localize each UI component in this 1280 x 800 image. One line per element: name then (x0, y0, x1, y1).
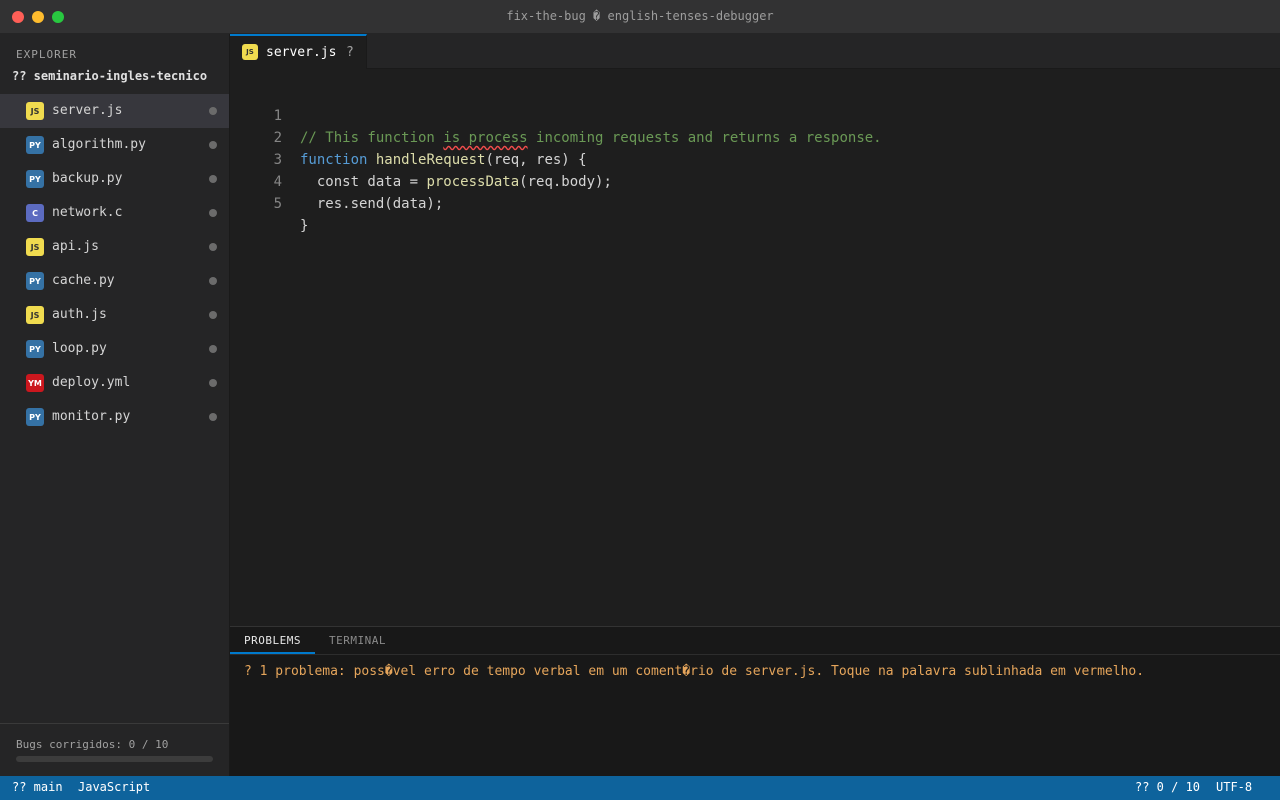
project-name[interactable]: ?? seminario-ingles-tecnico (12, 69, 207, 83)
tab-terminal[interactable]: TERMINAL (315, 627, 400, 654)
line-content: res.send(data); (300, 196, 444, 212)
python-file-icon: PY (26, 170, 44, 188)
line-number: 5 (273, 196, 282, 212)
tab-problems[interactable]: PROBLEMS (230, 627, 315, 654)
python-file-icon: PY (26, 340, 44, 358)
js-file-icon: JS (26, 238, 44, 256)
code-editor[interactable]: 1 // This function is process incoming r… (230, 69, 1280, 626)
file-item-loop-py[interactable]: PY loop.py (0, 332, 229, 366)
status-dot (209, 311, 217, 319)
progress-section: Bugs corrigidos: 0 / 10 (0, 723, 229, 776)
title-bar: fix-the-bug � english-tenses-debugger (0, 0, 1280, 34)
language-mode[interactable]: JavaScript (78, 780, 150, 794)
progress-label: Bugs corrigidos: 0 / 10 (16, 738, 169, 751)
tab-close-icon[interactable]: ? (346, 45, 354, 60)
status-dot (209, 243, 217, 251)
panel-divider (230, 654, 1280, 655)
branch-indicator[interactable]: ?? main (12, 780, 63, 794)
bottom-panel: PROBLEMS TERMINAL ? 1 problema: poss�vel… (230, 626, 1280, 776)
file-item-algorithm-py[interactable]: PY algorithm.py (0, 128, 229, 162)
file-name: server.js (52, 103, 123, 118)
status-dot (209, 141, 217, 149)
file-item-api-js[interactable]: JS api.js (0, 230, 229, 264)
tab-label: server.js (266, 45, 337, 60)
python-file-icon: PY (26, 272, 44, 290)
file-name: auth.js (52, 307, 107, 322)
js-file-icon: JS (26, 102, 44, 120)
sidebar: EXPLORER ?? seminario-ingles-tecnico JS … (0, 34, 230, 776)
file-item-monitor-py[interactable]: PY monitor.py (0, 400, 229, 434)
python-file-icon: PY (26, 408, 44, 426)
js-file-icon: JS (242, 44, 258, 60)
line-content: } (300, 218, 309, 234)
file-name: algorithm.py (52, 137, 146, 152)
file-name: cache.py (52, 273, 115, 288)
file-item-cache-py[interactable]: PY cache.py (0, 264, 229, 298)
file-name: deploy.yml (52, 375, 131, 390)
encoding-indicator[interactable]: UTF-8 (1216, 780, 1252, 794)
status-dot (209, 413, 217, 421)
status-dot (209, 175, 217, 183)
status-dot (209, 277, 217, 285)
python-file-icon: PY (26, 136, 44, 154)
file-item-network-c[interactable]: C network.c (0, 196, 229, 230)
window-title: fix-the-bug � english-tenses-debugger (506, 9, 774, 23)
file-name: loop.py (52, 341, 107, 356)
file-name: backup.py (52, 171, 123, 186)
status-dot (209, 345, 217, 353)
status-bar: ?? main JavaScript ?? 0 / 10 UTF-8 (0, 776, 1280, 800)
code-line: 3 const data = processData(req.body); (230, 127, 1280, 190)
file-item-server-js[interactable]: JS server.js (0, 94, 229, 128)
file-item-backup-py[interactable]: PY backup.py (0, 162, 229, 196)
code-line: 4 res.send(data); (230, 149, 1280, 212)
file-name: network.c (52, 205, 123, 220)
file-name: monitor.py (52, 409, 131, 424)
status-dot (209, 209, 217, 217)
c-file-icon: C (26, 204, 44, 222)
yaml-file-icon: YM (26, 374, 44, 392)
file-list: JS server.js PY algorithm.py PY backup.p… (0, 94, 229, 434)
explorer-heading: EXPLORER (16, 48, 77, 61)
problem-message[interactable]: ? 1 problema: poss�vel erro de tempo ver… (244, 664, 1144, 679)
tab-server-js[interactable]: JS server.js ? (230, 34, 367, 69)
score-indicator: ?? 0 / 10 (1135, 780, 1201, 794)
status-dot (209, 107, 217, 115)
status-dot (209, 379, 217, 387)
editor-tab-bar: JS server.js ? (230, 34, 1280, 69)
code-line: 5 } (230, 171, 1280, 234)
file-item-auth-js[interactable]: JS auth.js (0, 298, 229, 332)
file-item-deploy-yml[interactable]: YM deploy.yml (0, 366, 229, 400)
file-name: api.js (52, 239, 99, 254)
code-line: 2 function handleRequest(req, res) { (230, 105, 1280, 168)
progress-bar (16, 756, 213, 762)
js-file-icon: JS (26, 306, 44, 324)
code-line: 1 // This function is process incoming r… (230, 83, 1280, 146)
